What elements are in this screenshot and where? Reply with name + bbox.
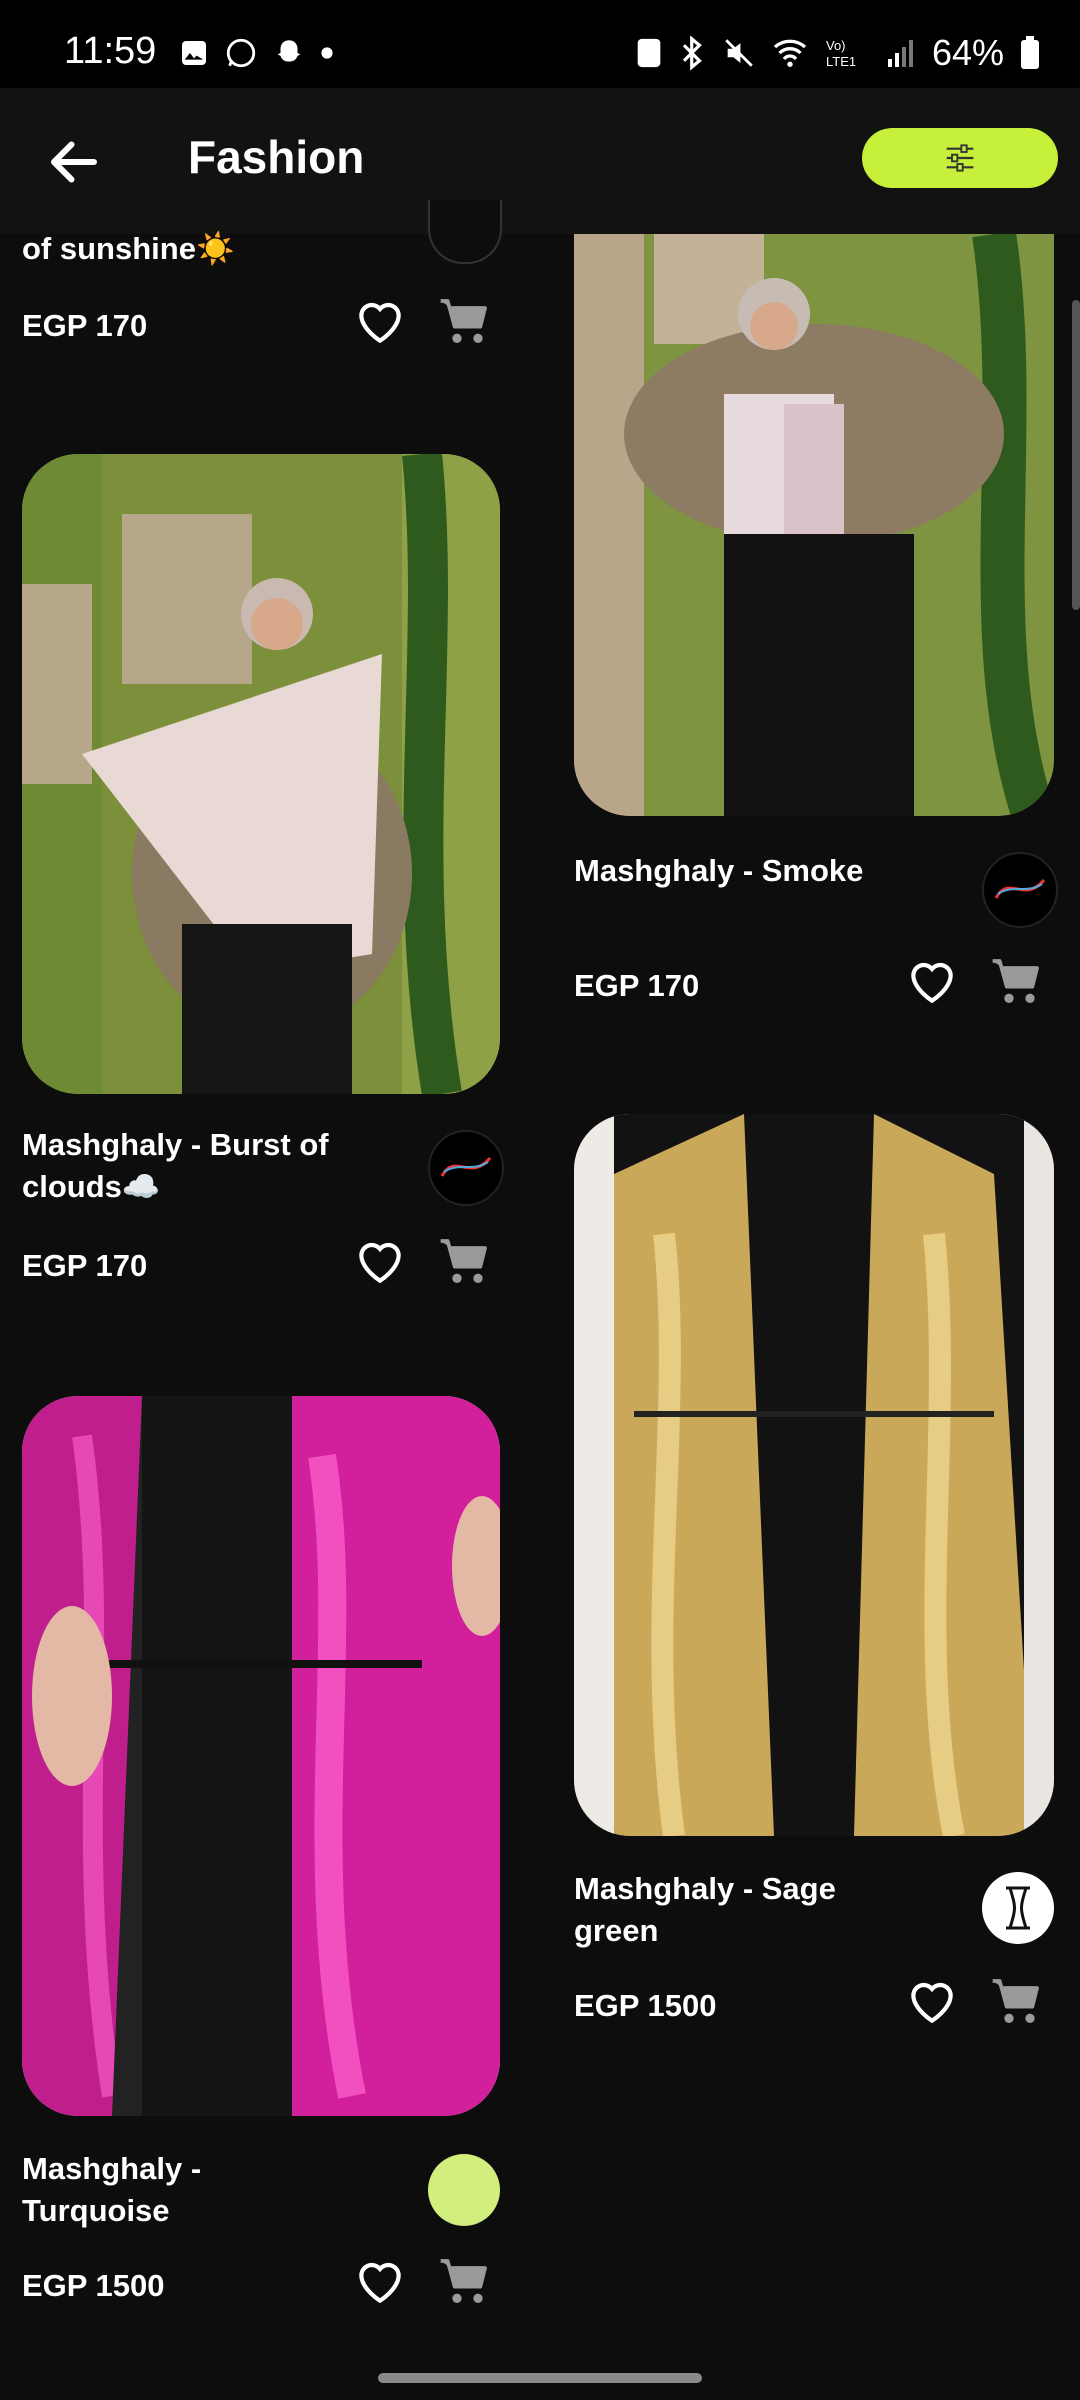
product-image[interactable] [22,454,500,1094]
product-price: EGP 170 [22,1248,148,1283]
seller-avatar[interactable] [428,1130,504,1206]
svg-text:Vo): Vo) [826,38,846,53]
seller-avatar[interactable] [982,1872,1054,1944]
heart-icon[interactable] [352,2254,408,2310]
product-name[interactable]: Mashghaly - Turquoise [22,2148,352,2232]
heart-icon[interactable] [904,954,960,1010]
cart-icon[interactable] [436,1234,492,1290]
back-arrow-icon[interactable] [44,132,104,192]
product-price: EGP 1500 [22,2268,165,2303]
seller-avatar[interactable] [428,2154,500,2226]
signal-icon [887,40,913,67]
battery-percent: 64% [931,32,1004,73]
heart-icon[interactable] [904,1974,960,2030]
more-dot-icon [321,47,333,59]
product-name[interactable]: Mashghaly - Burst of clouds☁️ [22,1124,352,1208]
mute-icon [725,39,753,67]
battery-icon [1021,36,1039,69]
status-time: 11:59 [64,30,157,72]
seller-avatar[interactable] [428,200,502,264]
filter-button[interactable] [862,128,1058,188]
lte-icon: Vo)LTE1 [826,38,856,69]
heart-icon[interactable] [352,1234,408,1290]
notification-icons [178,36,334,70]
heart-icon[interactable] [352,294,408,350]
seller-avatar[interactable] [982,852,1058,928]
product-image[interactable] [22,1396,500,2116]
cart-icon[interactable] [988,1974,1044,2030]
svg-text:LTE1: LTE1 [826,54,856,69]
cart-icon[interactable] [436,294,492,350]
product-name[interactable]: Mashghaly - Smoke [574,850,904,892]
home-indicator[interactable] [378,2373,702,2383]
nfc-icon [637,38,661,68]
page-title: Fashion [188,131,365,183]
product-name[interactable]: Mashghaly - Sage green [574,1868,904,1952]
system-icons: Vo) LTE1 64% [634,32,1040,74]
product-price: EGP 170 [22,308,148,343]
whatsapp-icon [226,38,256,68]
wifi-icon [773,39,807,67]
cart-icon[interactable] [988,954,1044,1010]
gallery-icon [182,41,206,65]
product-price: EGP 170 [574,968,700,1003]
product-price: EGP 1500 [574,1988,717,2023]
product-name[interactable]: of sunshine☀️ [22,228,352,270]
product-image[interactable] [574,234,1054,816]
scrollbar[interactable] [1072,300,1080,610]
cart-icon[interactable] [436,2254,492,2310]
snapchat-icon [277,40,301,62]
sliders-icon [946,144,974,172]
bluetooth-icon [682,35,702,71]
product-image[interactable] [574,1114,1054,1836]
